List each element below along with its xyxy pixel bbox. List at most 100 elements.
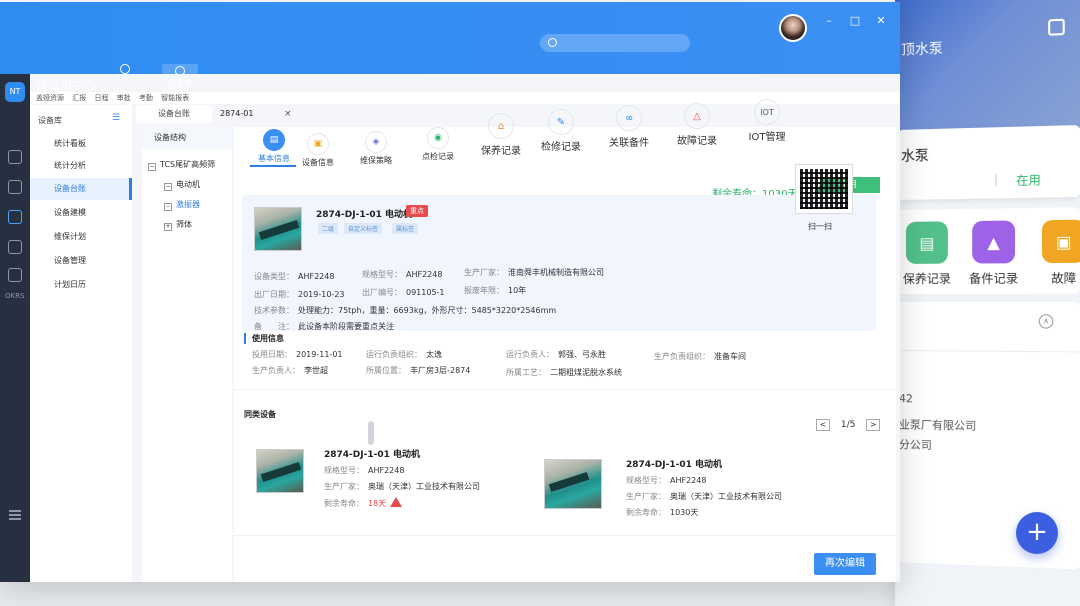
okrs-label[interactable]: OKRS xyxy=(5,292,24,300)
tree-header: 设备结构 xyxy=(142,127,232,149)
top-tab-equipment[interactable]: 设备库 xyxy=(162,64,198,91)
sidebar-item-ledger[interactable]: 设备台账 xyxy=(30,178,132,200)
close-icon[interactable]: × xyxy=(284,105,292,123)
shield-icon: ◈ xyxy=(365,131,387,153)
tab-equipment-info[interactable]: ▣ 设备信息 xyxy=(288,133,348,168)
field-value: 丰厂房3层-2874 xyxy=(410,366,471,375)
sidebar-item-calendar[interactable]: 计划日历 xyxy=(30,274,132,296)
mobile-grid-label: 备件记录 xyxy=(969,271,1019,286)
tab-fault-record[interactable]: △ 故障记录 xyxy=(662,103,732,147)
mail-icon[interactable] xyxy=(8,240,22,254)
collapse-icon[interactable]: − xyxy=(164,183,172,191)
tree-node-motor[interactable]: − 电动机 xyxy=(164,179,200,191)
field-label: 生产厂家： xyxy=(324,482,364,491)
close-button[interactable]: ✕ xyxy=(874,14,888,28)
sidebar-item-dashboard[interactable]: 统计看板 xyxy=(30,133,132,155)
mobile-title: 顶水泵 xyxy=(900,41,943,59)
sidebar: 设备库 ☰ 统计看板 统计分析 设备台账 设备建模 维保计划 设备管理 计划日历 xyxy=(30,105,132,582)
global-search-input[interactable] xyxy=(540,34,690,52)
top-tab-home[interactable] xyxy=(120,64,130,76)
warning-icon: ▲ xyxy=(972,220,1016,264)
app-logo: NT xyxy=(5,82,25,102)
minimize-button[interactable]: – xyxy=(822,14,836,28)
breadcrumb-item[interactable]: 日程 xyxy=(94,94,108,102)
field-label: 设备类型： xyxy=(254,272,294,281)
field-value: 2019-11-01 xyxy=(296,350,343,359)
collapse-icon[interactable]: − xyxy=(148,163,156,171)
collapse-icon[interactable]: − xyxy=(164,203,172,211)
field-label: 所属位置： xyxy=(366,366,406,375)
breadcrumb-item[interactable]: 考勤 xyxy=(139,94,153,102)
tab-iot-management[interactable]: IOT IOT管理 xyxy=(732,99,802,143)
chat-icon[interactable] xyxy=(8,150,22,164)
menu-icon[interactable] xyxy=(9,510,21,512)
qr-code[interactable] xyxy=(795,164,853,214)
field-label: 备 注： xyxy=(254,322,294,331)
field-label: 运行负责人： xyxy=(506,350,554,359)
sidebar-item-maintenance-plan[interactable]: 维保计划 xyxy=(30,226,132,248)
field-value: 淮南舜丰机械制造有限公司 xyxy=(508,268,604,277)
panel-resize-handle[interactable] xyxy=(368,421,374,445)
link-icon: ∞ xyxy=(616,105,642,131)
card-manufacturer: 生产厂家： 奥瑞（天津）工业技术有限公司 xyxy=(324,481,480,492)
mobile-list-row: 42 xyxy=(898,392,913,406)
chevron-up-icon[interactable]: ∧ xyxy=(1038,314,1054,329)
sidebar-item-analysis[interactable]: 统计分析 xyxy=(30,155,132,177)
field-value: 18天 xyxy=(368,499,387,508)
breadcrumb-item[interactable]: 智能报表 xyxy=(161,94,189,102)
breadcrumb-item[interactable]: 盖娅资源 xyxy=(36,94,64,102)
tab-maintenance-strategy[interactable]: ◈ 维保策略 xyxy=(346,131,406,166)
field-value: 处理能力：75tph，重量：6693kg，外形尺寸：5485*3220*2546… xyxy=(298,306,557,315)
content-area: 设备台账 2874-01 × 设备结构 − TCS尾矿高频筛 − 电动机 − 激振器 … xyxy=(136,99,896,582)
mobile-function-grid: ▤ 保养记录 ▲ 备件记录 ▣ 故障 xyxy=(896,207,1080,294)
sidebar-item-modeling[interactable]: 设备建模 xyxy=(30,202,132,224)
app-name: 微应用中心 xyxy=(36,78,97,92)
tree-node-label: 电动机 xyxy=(176,180,200,189)
field-location: 所属位置： 丰厂房3层-2874 xyxy=(366,365,470,376)
tab-repair-record[interactable]: ✎ 检修记录 xyxy=(526,109,596,153)
expand-icon[interactable]: + xyxy=(164,223,172,231)
tab-ledger[interactable]: 设备台账 xyxy=(136,105,212,123)
inspection-icon: ◉ xyxy=(427,127,449,149)
tree-node-screen-body[interactable]: + 筛体 xyxy=(164,219,192,231)
mobile-grid-item-maintenance[interactable]: ▤ 保养记录 xyxy=(903,221,951,287)
same-type-card[interactable]: 2874-DJ-1-01 电动机 规格型号： AHF2248 生产厂家： 奥瑞（天津… xyxy=(534,441,864,531)
field-factory-date: 出厂日期： 2019-10-23 xyxy=(254,289,345,300)
edit-icon[interactable] xyxy=(1048,18,1065,36)
card-title: 2874-DJ-1-01 电动机 xyxy=(626,460,722,470)
field-production-owner: 生产负责人： 李世超 xyxy=(252,365,328,376)
avatar[interactable] xyxy=(779,14,807,42)
mobile-grid-item-fault[interactable]: ▣ 故障 xyxy=(1039,219,1080,287)
same-type-card[interactable]: 2874-DJ-1-01 电动机 规格型号： AHF2248 生产厂家： 奥瑞（天津… xyxy=(244,441,534,531)
mobile-grid-item-spare-parts[interactable]: ▲ 备件记录 xyxy=(969,220,1018,286)
re-edit-button[interactable]: 再次编辑 xyxy=(814,553,876,575)
mobile-list-divider xyxy=(896,350,1080,353)
maximize-button[interactable]: □ xyxy=(848,14,862,28)
field-label: 技术参数： xyxy=(254,306,294,315)
field-value: 太逸 xyxy=(426,350,442,359)
document-icon[interactable] xyxy=(8,180,22,194)
tree-node-exciter[interactable]: − 激振器 xyxy=(164,199,200,211)
collapse-icon[interactable]: ☰ xyxy=(112,113,122,123)
tree-node-root[interactable]: − TCS尾矿高频筛 xyxy=(148,159,215,171)
field-label: 出厂编号： xyxy=(362,288,402,297)
prev-page-button[interactable]: < xyxy=(816,419,830,431)
next-page-button[interactable]: > xyxy=(866,419,881,431)
sidebar-item-management[interactable]: 设备管理 xyxy=(30,250,132,272)
tab-related-parts[interactable]: ∞ 关联备件 xyxy=(594,105,664,149)
apps-icon[interactable] xyxy=(8,210,22,224)
folder-icon[interactable] xyxy=(8,268,22,282)
field-label: 生产厂家： xyxy=(626,492,666,501)
field-process: 所属工艺： 二期粗煤泥脱水系统 xyxy=(506,367,622,378)
app-window: – □ ✕ 设备库 NT OKRS 微应用中心 盖娅资源 汇报 日程 审批 考勤… xyxy=(0,2,900,582)
tab-equipment-detail[interactable]: 2874-01 × xyxy=(216,105,296,123)
title-bar: – □ ✕ 设备库 xyxy=(0,2,900,91)
breadcrumb-item[interactable]: 汇报 xyxy=(72,94,86,102)
usage-section-title: 使用信息 xyxy=(244,333,284,344)
mobile-grid-label: 保养记录 xyxy=(902,271,951,286)
breadcrumb-item[interactable]: 审批 xyxy=(117,94,131,102)
tab-inspection-record[interactable]: ◉ 点检记录 xyxy=(408,127,468,162)
field-remark: 备 注： 此设备本阶段需要重点关注 xyxy=(254,321,394,332)
add-floating-button[interactable]: + xyxy=(1016,512,1058,554)
field-operation-owner: 运行负责人： 郭强、弓永胜 xyxy=(506,349,606,360)
